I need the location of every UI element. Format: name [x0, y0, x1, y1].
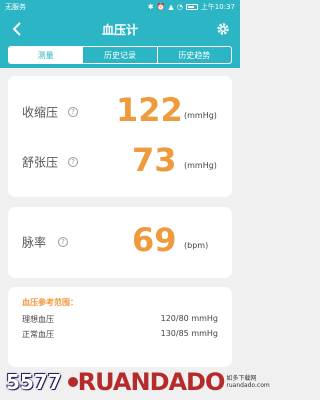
alarm-icon: ⏰ [156, 2, 166, 11]
pulse-label: 脉率 [22, 235, 47, 250]
systolic-label: 收缩压 [22, 105, 59, 120]
tab-history-records[interactable]: 历史记录 [83, 47, 158, 63]
reference-value: 120/80 mmHg [160, 314, 218, 323]
reference-title: 血压参考范围： [22, 298, 78, 307]
reference-row: 正常血压 130/85 mmHg [22, 329, 218, 340]
tab-measure[interactable]: 测量 [9, 47, 84, 63]
reference-card: 血压参考范围： 理想血压 120/80 mmHg 正常血压 130/85 mmH… [8, 287, 232, 367]
bluetooth-icon: ✱ [147, 2, 154, 11]
page-title: 血压计 [101, 22, 138, 37]
watermark-left-logo: 5577 [6, 370, 78, 394]
logo-dot-icon [67, 377, 78, 387]
watermark: 5577 RUANDADO 如多下载网 ruandado.com [0, 364, 270, 400]
reference-label: 正常血压 [22, 330, 54, 339]
diastolic-label: 舒张压 [22, 155, 59, 170]
diastolic-value: 73 [132, 141, 177, 180]
blood-pressure-card: 收缩压 ? 122 (mmHg) 舒张压 ? 73 (mmHg) [8, 76, 232, 197]
gear-icon[interactable] [214, 20, 232, 38]
pulse-value: 69 [132, 221, 177, 260]
systolic-unit: (mmHg) [184, 111, 217, 121]
signal-icon: ▲ [168, 2, 174, 11]
pulse-unit: (bpm) [184, 241, 209, 251]
reference-label: 理想血压 [22, 315, 54, 324]
watermark-right-logo: RUANDADO 如多下载网 ruandado.com [77, 368, 270, 396]
pulse-card: 脉率 ? 69 (bpm) [8, 207, 232, 278]
status-bar: 无服务 ✱ ⏰ ▲ ◔ 上午10:37 [0, 0, 240, 14]
reference-row: 理想血压 120/80 mmHg [22, 314, 218, 325]
diastolic-unit: (mmHg) [184, 161, 217, 171]
status-time: 上午10:37 [200, 3, 235, 11]
systolic-value: 122 [116, 91, 183, 130]
tab-history-trends[interactable]: 历史趋势 [158, 47, 231, 63]
status-icons: ✱ ⏰ ▲ ◔ 上午10:37 [148, 2, 235, 12]
pulse-row: 脉率 ? 69 (bpm) [8, 221, 232, 262]
help-icon[interactable]: ? [58, 237, 68, 247]
help-icon[interactable]: ? [68, 107, 78, 117]
help-icon[interactable]: ? [68, 157, 78, 167]
reference-value: 130/85 mmHg [160, 329, 218, 338]
wifi-icon: ◔ [176, 2, 183, 11]
battery-icon [185, 4, 198, 10]
tab-bar: 测量 历史记录 历史趋势 [0, 44, 240, 68]
systolic-row: 收缩压 ? 122 (mmHg) [8, 91, 232, 132]
app-bar: 血压计 [0, 14, 240, 44]
diastolic-row: 舒张压 ? 73 (mmHg) [8, 141, 232, 182]
back-arrow-icon[interactable] [8, 20, 26, 38]
carrier-text: 无服务 [5, 3, 26, 11]
